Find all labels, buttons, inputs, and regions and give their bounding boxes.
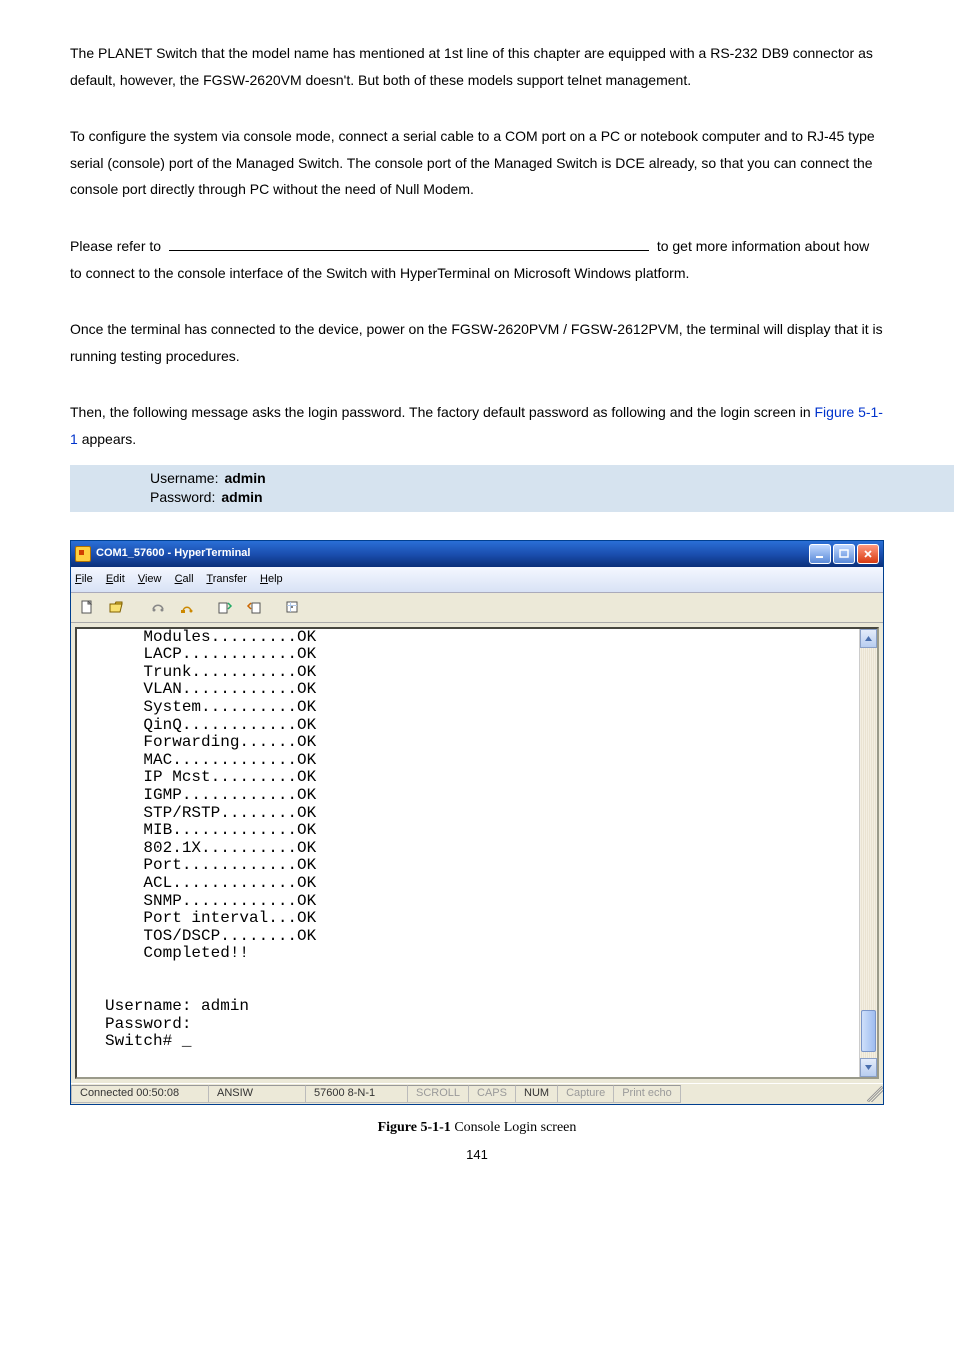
status-connected: Connected 00:50:08 [71, 1085, 209, 1103]
scroll-down-button[interactable] [860, 1058, 877, 1077]
window-title: COM1_57600 - HyperTerminal [96, 543, 807, 564]
menubar: File Edit View Call Transfer Help [71, 567, 883, 593]
toolbar-new-icon[interactable] [75, 596, 99, 618]
status-printecho: Print echo [613, 1085, 681, 1103]
toolbar-disconnect-icon[interactable] [175, 596, 199, 618]
text: appears. [82, 431, 136, 447]
titlebar[interactable]: COM1_57600 - HyperTerminal [71, 541, 883, 567]
menu-edit[interactable]: Edit [106, 573, 125, 585]
figure-caption: Figure 5-1-1 Console Login screen [70, 1115, 884, 1142]
username-label: Username: [150, 469, 218, 489]
close-button[interactable] [857, 544, 879, 564]
password-label: Password: [150, 488, 215, 508]
maximize-button[interactable] [833, 544, 855, 564]
text: Please refer to [70, 238, 165, 254]
toolbar-properties-icon[interactable] [280, 596, 304, 618]
paragraph-login: Then, the following message asks the log… [70, 399, 884, 452]
menu-transfer[interactable]: Transfer [206, 573, 247, 585]
status-capture: Capture [557, 1085, 614, 1103]
paragraph-refer: Please refer to to get more information … [70, 233, 884, 286]
toolbar-connect-icon[interactable] [146, 596, 170, 618]
figure-caption-text: Console Login screen [451, 1120, 577, 1135]
toolbar-send-icon[interactable] [213, 596, 237, 618]
hyperterminal-window: COM1_57600 - HyperTerminal File Edit Vie… [70, 540, 884, 1105]
status-emulation: ANSIW [208, 1085, 306, 1103]
status-num: NUM [515, 1085, 558, 1103]
figure-label: Figure 5-1-1 [378, 1120, 451, 1135]
password-value: admin [221, 488, 262, 508]
scroll-thumb[interactable] [861, 1010, 876, 1052]
menu-file[interactable]: File [75, 573, 93, 585]
blank-reference-line [169, 236, 649, 251]
paragraph-config: To configure the system via console mode… [70, 123, 884, 203]
vertical-scrollbar[interactable] [859, 629, 877, 1077]
terminal-output: Modules.........OK LACP............OK Tr… [77, 629, 859, 1077]
app-icon [75, 546, 91, 562]
status-port: 57600 8-N-1 [305, 1085, 408, 1103]
statusbar: Connected 00:50:08 ANSIW 57600 8-N-1 SCR… [71, 1083, 883, 1104]
terminal[interactable]: Modules.........OK LACP............OK Tr… [75, 627, 879, 1079]
toolbar-open-icon[interactable] [104, 596, 128, 618]
terminal-area: Modules.........OK LACP............OK Tr… [71, 623, 883, 1083]
scroll-track[interactable] [860, 648, 877, 1058]
username-value: admin [224, 469, 265, 489]
status-caps: CAPS [468, 1085, 516, 1103]
text: Then, the following message asks the log… [70, 404, 815, 420]
menu-call[interactable]: Call [175, 573, 194, 585]
toolbar [71, 593, 883, 623]
menu-view[interactable]: View [138, 573, 162, 585]
paragraph-intro: The PLANET Switch that the model name ha… [70, 40, 884, 93]
scroll-up-button[interactable] [860, 629, 877, 648]
paragraph-poweron: Once the terminal has connected to the d… [70, 316, 884, 369]
credentials-box: Username: admin Password: admin [70, 465, 954, 512]
minimize-button[interactable] [809, 544, 831, 564]
menu-help[interactable]: Help [260, 573, 283, 585]
resize-grip-icon[interactable] [867, 1086, 883, 1102]
page-number: 141 [70, 1143, 884, 1168]
status-scroll: SCROLL [407, 1085, 469, 1103]
toolbar-receive-icon[interactable] [242, 596, 266, 618]
